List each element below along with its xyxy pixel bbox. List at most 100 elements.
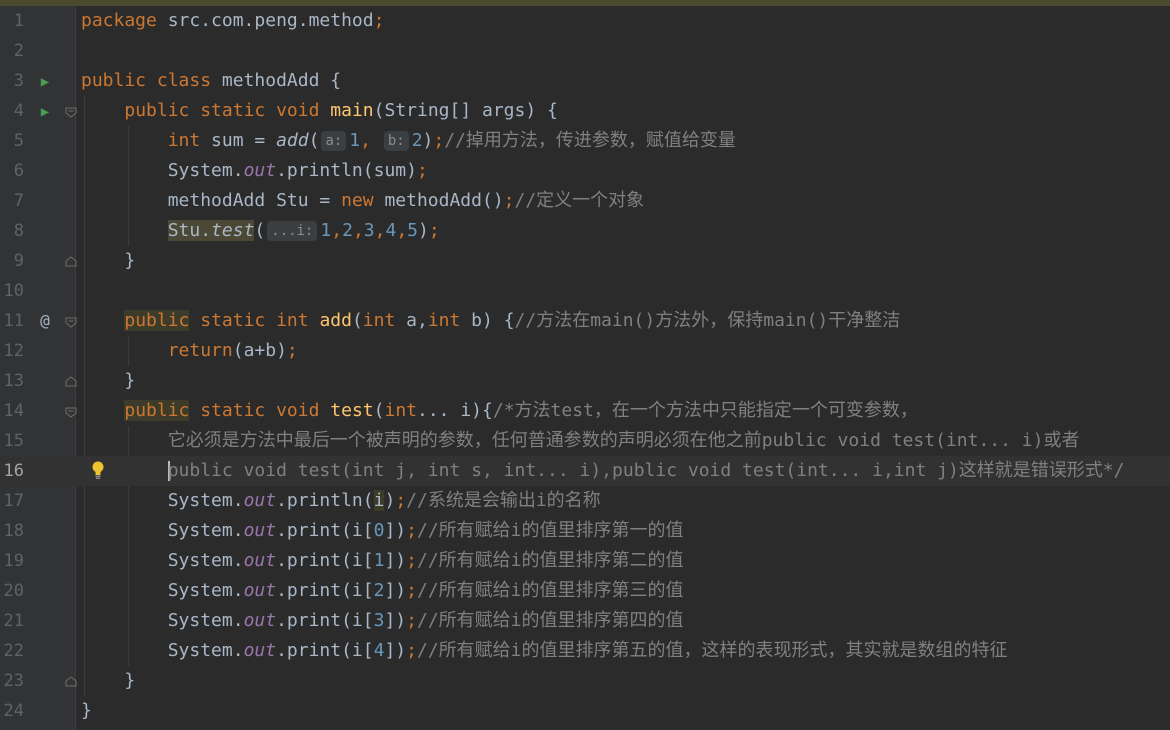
line-number: 10 [3,281,24,301]
code-text: System. [167,610,244,631]
param-hint: b: [383,131,409,151]
code-line-current[interactable]: 16 public void test(int j, int s, int...… [0,456,1170,486]
comment: //所有赋给i的值里排序第二的值 [417,550,684,571]
code-line[interactable]: 21 System.out.print(i[3]);//所有赋给i的值里排序第四… [0,606,1170,636]
comment: //方法在main()方法外，保持main()干净整洁 [514,310,901,331]
code-line[interactable]: 11 @ public static int add(int a,int b) … [0,306,1170,336]
semicolon: ; [406,580,417,601]
code-line[interactable]: 18 System.out.print(i[0]);//所有赋给i的值里排序第一… [0,516,1170,546]
number-literal: 2 [411,130,423,151]
line-number: 22 [3,641,24,661]
code-text: methodAdd Stu = [167,190,342,211]
comment: public void test(int j, int s, int... i)… [167,460,1125,481]
code-text: ... i){ [417,400,493,421]
code-line[interactable]: 22 System.out.print(i[4]);//所有赋给i的值里排序第五… [0,636,1170,666]
code-text: .println(sum) [276,160,417,181]
semicolon: ; [286,340,298,361]
comment: //所有赋给i的值里排序第四的值 [417,610,684,631]
brace: } [124,370,136,391]
number-literal: 2 [342,220,353,241]
fold-toggle[interactable] [64,405,78,419]
comment: //系统是会输出i的名称 [406,490,601,511]
fold-toggle[interactable] [64,675,78,689]
code-line[interactable]: 14 public static void test(int... i){/*方… [0,396,1170,426]
line-number: 12 [3,341,24,361]
number-literal: 1 [373,550,385,571]
param-hint: a: [321,131,347,151]
code-line[interactable]: 7 methodAdd Stu = new methodAdd();//定义一个… [0,186,1170,216]
code-line[interactable]: 3 ▶ public class methodAdd { [0,66,1170,96]
semicolon: ; [406,640,417,661]
keyword: int [362,310,396,331]
line-number: 15 [3,431,24,451]
line-number: 6 [13,161,24,181]
static-field: out [243,160,277,181]
paren: ) [418,220,429,241]
code-line[interactable]: 4 ▶ public static void main(String[] arg… [0,96,1170,126]
semicolon: ; [428,220,440,241]
code-line[interactable]: 19 System.out.print(i[1]);//所有赋给i的值里排序第二… [0,546,1170,576]
code-line[interactable]: 8 Stu.test(...i: 1,2,3,4,5); [0,216,1170,246]
run-main-gutter-button[interactable]: ▶ [37,96,53,126]
fold-toggle[interactable] [64,105,78,119]
number-literal: 4 [385,220,397,241]
code-line[interactable]: 9 } [0,246,1170,276]
variable-highlight: i [373,490,385,511]
object-ref: Stu. [167,220,212,241]
param-hint: ...i: [267,221,318,241]
line-number: 24 [3,701,24,721]
code-line[interactable]: 6 System.out.println(sum); [0,156,1170,186]
fold-collapse-icon [65,317,77,328]
code-text: .print(i[ [276,610,374,631]
fold-toggle[interactable] [64,255,78,269]
bracket: ]) [384,550,407,571]
code-line[interactable]: 2 [0,36,1170,66]
code-line[interactable]: 23 } [0,666,1170,696]
code-text: .println( [276,490,374,511]
keyword: static int [189,310,320,331]
code-line[interactable]: 1 package src.com.peng.method; [0,6,1170,36]
code-line[interactable]: 20 System.out.print(i[2]);//所有赋给i的值里排序第三… [0,576,1170,606]
code-text: (a+b) [232,340,287,361]
code-text: b) { [460,310,515,331]
fold-toggle[interactable] [64,315,78,329]
override-gutter-mark[interactable]: @ [37,306,53,336]
number-literal: 3 [373,610,385,631]
fold-collapse-icon [65,407,77,418]
line-number: 23 [3,671,24,691]
comma: , [374,220,386,241]
code-line[interactable]: 13 } [0,366,1170,396]
line-number: 1 [13,11,24,31]
static-field: out [243,490,277,511]
comment: /*方法test，在一个方法中只能指定一个可变参数， [492,400,918,421]
comma: , [360,130,371,151]
keyword: public static void [124,100,320,121]
code-line[interactable]: 10 [0,276,1170,306]
semicolon: ; [433,130,445,151]
semicolon: ; [406,610,417,631]
code-text: .print(i[ [276,550,374,571]
brace: } [124,250,136,271]
keyword: public [124,310,190,331]
code-text: .print(i[ [276,580,374,601]
code-editor[interactable]: 1 package src.com.peng.method; 2 3 ▶ pub… [0,6,1170,730]
semicolon: ; [395,490,407,511]
number-literal: 1 [349,130,361,151]
code-line[interactable]: 24 } [0,696,1170,726]
code-text: sum = [200,130,277,151]
fold-toggle[interactable] [64,375,78,389]
method-name: test [330,400,374,421]
code-text: System. [167,520,244,541]
static-field: out [243,640,277,661]
override-at-icon: @ [40,311,50,330]
code-line[interactable]: 17 System.out.println(i);//系统是会输出i的名称 [0,486,1170,516]
comma: , [331,220,343,241]
run-class-gutter-button[interactable]: ▶ [37,66,53,96]
paren: ( [254,220,266,241]
code-line[interactable]: 15 它必须是方法中最后一个被声明的参数，任何普通参数的声明必须在他之前publ… [0,426,1170,456]
line-number: 9 [13,251,24,271]
code-line[interactable]: 5 int sum = add(a: 1, b: 2);//掉用方法，传进参数，赋值… [0,126,1170,156]
keyword: static void [189,400,331,421]
comma: , [396,220,408,241]
code-line[interactable]: 12 return(a+b); [0,336,1170,366]
